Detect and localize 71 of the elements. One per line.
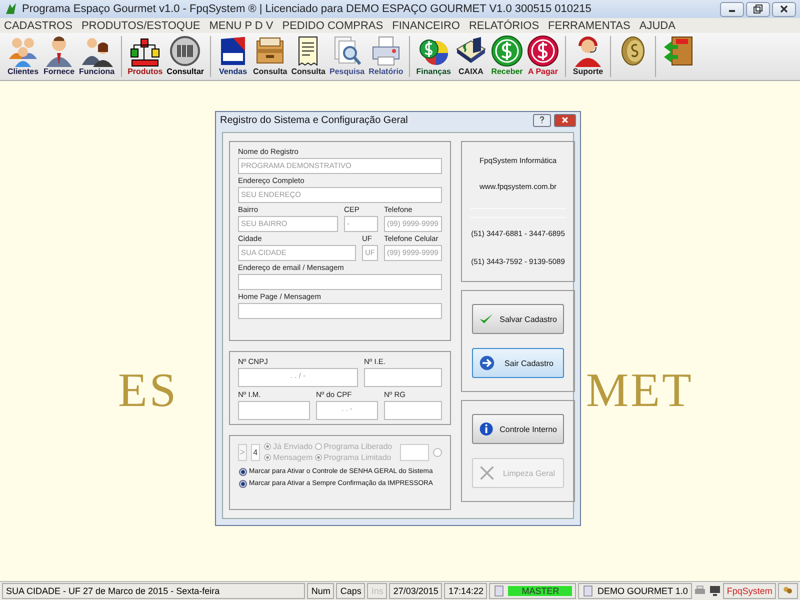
window-title: Programa Espaço Gourmet v1.0 - FpqSystem ® | Licenciado para DEMO ESPAÇO GOURMET V1.0 300515 010215 <box>22 3 592 15</box>
count-field[interactable]: 4 <box>250 444 260 460</box>
toolbar-button[interactable]: Consulta <box>252 33 288 80</box>
status-field: Num <box>307 583 334 599</box>
logo-text: MET <box>586 363 694 419</box>
toolbar-button[interactable]: Consulta <box>290 33 326 80</box>
restore-icon <box>753 4 763 14</box>
status-field: 17:14:22 <box>444 583 488 599</box>
exit-door-icon <box>662 35 694 67</box>
action-button[interactable]: Sair Cadastro <box>472 348 564 378</box>
close-icon <box>779 4 789 14</box>
checkmark-icon <box>479 312 494 326</box>
toolbar-button[interactable]: Produtos <box>126 33 164 80</box>
toolbar-button[interactable]: Funciona <box>78 33 116 80</box>
document-icon <box>582 585 594 597</box>
menu-item[interactable]: PRODUTOS/ESTOQUE <box>81 20 200 32</box>
toolbar-button[interactable]: Consultar <box>166 33 206 80</box>
status-field: 27/03/2015 <box>389 583 442 599</box>
printer-icon <box>370 35 402 67</box>
status-field: FpqSystem <box>722 583 776 599</box>
close-button[interactable] <box>554 114 576 126</box>
action-button[interactable]: Controle Interno <box>472 414 564 444</box>
dollar-coin-icon <box>490 35 523 67</box>
input-field[interactable] <box>364 368 442 387</box>
minimize-button[interactable] <box>720 2 744 16</box>
printer-icon <box>694 585 706 597</box>
restore-button[interactable] <box>746 2 770 16</box>
toolbar-button[interactable]: Suporte <box>570 33 605 80</box>
input-field[interactable] <box>400 444 429 460</box>
dialog-title: Registro do Sistema e Configuração Geral <box>220 114 409 126</box>
people-icon <box>7 35 39 67</box>
menu-item[interactable]: AJUDA <box>639 20 676 32</box>
info-icon <box>479 421 494 437</box>
menu-item[interactable]: MENU P D V <box>209 20 274 32</box>
toolbar-button[interactable]: Clientes <box>6 33 40 80</box>
logo-text: ES <box>118 363 178 419</box>
toolbar-button[interactable]: A Pagar <box>526 33 560 80</box>
close-icon <box>561 116 569 124</box>
status-field: MASTER <box>489 583 576 599</box>
menu-item[interactable]: FINANCEIRO <box>392 20 460 32</box>
close-button[interactable] <box>772 2 796 16</box>
menu-item[interactable]: RELATÓRIOS <box>468 20 540 32</box>
toolbar-button[interactable]: Fornece <box>42 33 76 80</box>
status-field: DEMO GOURMET 1.0 <box>578 583 692 599</box>
tools-icon <box>479 465 495 481</box>
toolbar-button[interactable]: Relatório <box>368 33 404 80</box>
people-icon <box>80 35 113 67</box>
barcode-icon <box>169 35 202 67</box>
toolbar-button[interactable]: Finanças <box>415 33 452 80</box>
status-field: SUA CIDADE - UF 27 de Marco de 2015 - Sexta-feira <box>2 583 306 599</box>
radio-button[interactable] <box>433 448 442 456</box>
monitor-icon <box>708 585 721 597</box>
toolbar-button[interactable]: CAIXA <box>454 33 488 80</box>
input-field[interactable] <box>238 401 310 420</box>
action-button[interactable]: Salvar Cadastro <box>472 304 564 334</box>
menu-item[interactable]: PEDIDO COMPRAS <box>282 20 384 32</box>
toolbar-button[interactable]: Receber <box>490 33 524 80</box>
input-field[interactable] <box>238 303 442 319</box>
toolbar-button[interactable]: Vendas <box>216 33 250 80</box>
menu-item[interactable]: CADASTROS <box>4 20 72 32</box>
toolbar-button[interactable]: Pesquisa <box>328 33 366 80</box>
app-icon <box>4 2 18 16</box>
arrow-circle-icon <box>479 355 495 371</box>
status-field: Caps <box>336 583 366 599</box>
input-field[interactable] <box>384 401 442 420</box>
help-icon <box>538 116 546 124</box>
dollar-coin-icon <box>526 35 559 67</box>
help-button[interactable] <box>533 114 551 126</box>
menu-item[interactable]: FERRAMENTAS <box>548 20 630 32</box>
input-field[interactable] <box>238 274 442 290</box>
person-icon <box>43 35 75 67</box>
